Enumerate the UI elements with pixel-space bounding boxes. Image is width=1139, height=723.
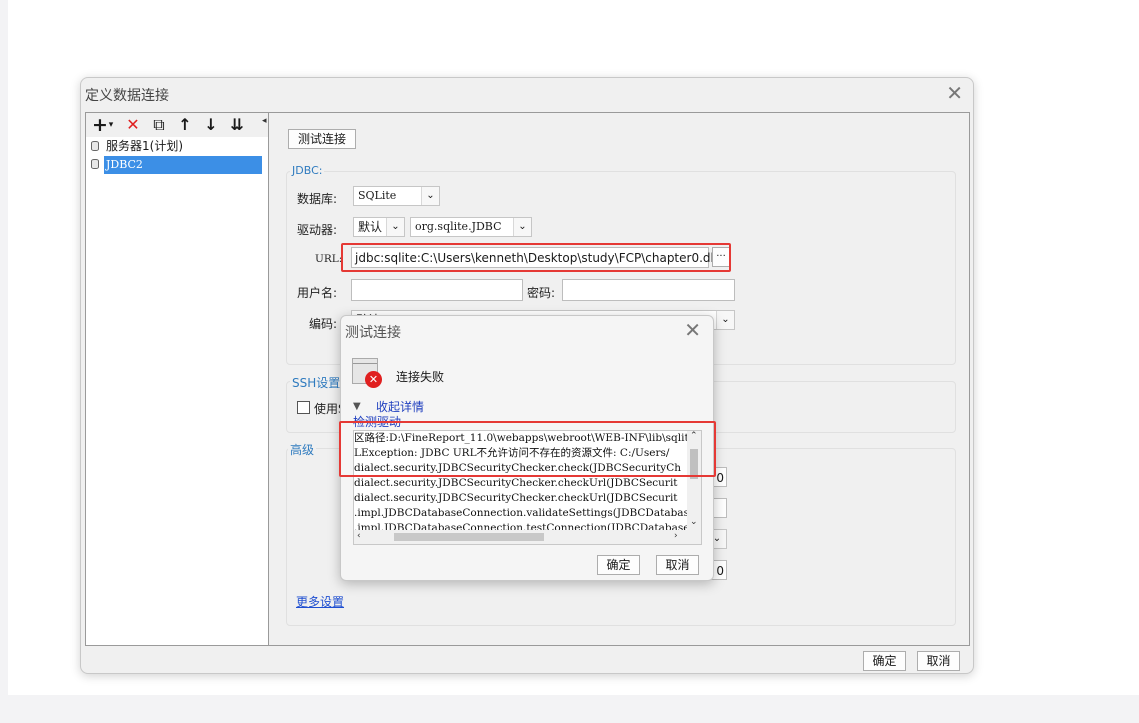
close-icon[interactable]: ✕ — [684, 319, 701, 341]
username-input[interactable] — [351, 279, 523, 301]
tree-item-label: JDBC2 — [104, 156, 262, 174]
driver-label: 驱动器: — [297, 223, 338, 237]
connection-list-panel: + ▾ ✕ ⧉ ↑ ↓ ⇊ 服务器1(计划) JDBC2 — [86, 113, 269, 645]
toggle-details-icon[interactable]: ▼ — [353, 401, 361, 412]
chevron-down-icon: ⌄ — [421, 187, 439, 205]
connection-tree: 服务器1(计划) JDBC2 — [86, 137, 268, 174]
ok-button[interactable]: 确定 — [863, 651, 906, 671]
url-highlight-box — [341, 243, 731, 272]
popup-ok-button[interactable]: 确定 — [597, 555, 640, 575]
chevron-down-icon: ⌄ — [386, 218, 404, 236]
password-input[interactable] — [562, 279, 735, 301]
chevron-down-icon: ⌄ — [716, 311, 734, 329]
tree-item-jdbc2[interactable]: JDBC2 — [86, 155, 268, 174]
database-value: SQLite — [358, 189, 397, 202]
scroll-right-icon[interactable]: › — [674, 531, 678, 541]
test-connection-button[interactable]: 测试连接 — [288, 129, 356, 149]
add-dropdown-icon[interactable]: ▾ — [106, 115, 116, 135]
log-horizontal-scrollbar[interactable]: ‹ › — [354, 530, 701, 544]
copy-icon[interactable]: ⧉ — [150, 115, 168, 135]
popup-title: 测试连接 — [345, 325, 401, 341]
delete-icon[interactable]: ✕ — [124, 115, 142, 135]
scroll-thumb[interactable] — [394, 533, 544, 541]
driver-mode-select[interactable]: 默认 ⌄ — [353, 217, 405, 237]
database-icon — [91, 141, 99, 151]
driver-class-value: org.sqlite.JDBC — [415, 220, 502, 233]
connection-status-icon: ✕ — [352, 358, 382, 388]
ssh-group-title: SSH设置 — [290, 374, 343, 391]
use-ssh-checkbox[interactable] — [297, 401, 310, 414]
add-icon[interactable]: + — [92, 115, 108, 135]
database-select[interactable]: SQLite ⌄ — [353, 186, 440, 206]
close-icon[interactable]: ✕ — [946, 82, 963, 104]
scroll-left-icon[interactable]: ‹ — [357, 531, 361, 541]
advanced-group-title: 高级 — [288, 441, 317, 458]
username-label: 用户名: — [297, 286, 338, 300]
cancel-button[interactable]: 取消 — [917, 651, 960, 671]
url-label: URL: — [315, 253, 343, 265]
database-label: 数据库: — [297, 192, 338, 206]
connection-toolbar: + ▾ ✕ ⧉ ↑ ↓ ⇊ — [86, 113, 268, 137]
move-up-icon[interactable]: ↑ — [177, 115, 193, 135]
log-line: .impl.JDBCDatabaseConnection.validateSet… — [354, 507, 689, 519]
driver-class-select[interactable]: org.sqlite.JDBC ⌄ — [410, 217, 532, 237]
log-line: dialect.security.JDBCSecurityChecker.che… — [354, 492, 678, 504]
log-highlight-box — [339, 421, 716, 477]
password-label: 密码: — [527, 286, 556, 300]
chevron-down-icon: ⌄ — [513, 218, 531, 236]
driver-mode-value: 默认 — [358, 220, 383, 234]
tree-item-label: 服务器1(计划) — [106, 139, 183, 153]
log-line: dialect.security.JDBCSecurityChecker.che… — [354, 477, 678, 489]
tree-item-server1[interactable]: 服务器1(计划) — [86, 137, 268, 155]
collapse-panel-icon[interactable]: ◂ — [262, 116, 267, 126]
move-down-icon[interactable]: ↓ — [203, 115, 219, 135]
error-icon: ✕ — [365, 371, 382, 388]
encoding-label: 编码: — [309, 317, 338, 331]
scroll-down-icon[interactable]: ⌄ — [690, 517, 698, 527]
sort-icon[interactable]: ⇊ — [228, 115, 246, 135]
database-icon — [91, 159, 99, 169]
dialog-title: 定义数据连接 — [85, 88, 169, 104]
jdbc-group-title: JDBC: — [290, 164, 325, 177]
more-settings-link[interactable]: 更多设置 — [296, 593, 344, 610]
connection-status-text: 连接失败 — [396, 370, 445, 384]
popup-cancel-button[interactable]: 取消 — [656, 555, 699, 575]
